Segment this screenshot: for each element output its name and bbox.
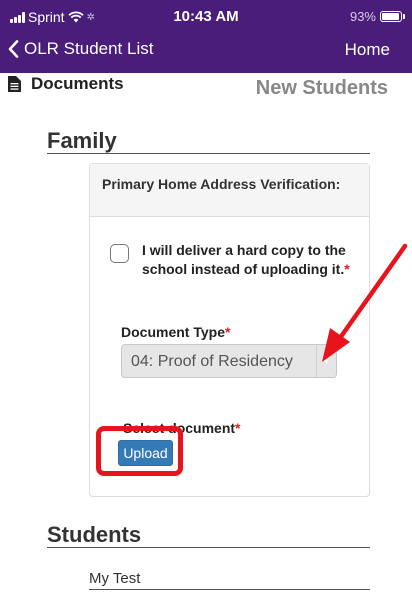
battery-percent: 93% <box>349 9 376 24</box>
required-mark: * <box>224 324 231 340</box>
documents-title: Documents <box>8 74 124 94</box>
document-type-value: 04: Proof of Residency <box>131 353 293 370</box>
document-type-select[interactable]: 04: Proof of Residency ▼ <box>121 344 337 378</box>
nav-bar: OLR Student List Home <box>0 34 412 68</box>
back-button[interactable]: OLR Student List <box>8 39 153 59</box>
document-type-label: Document Type* <box>121 324 231 340</box>
students-divider <box>47 547 370 548</box>
documents-header: Documents New Students <box>0 70 412 100</box>
annotation-highlight-box <box>96 426 183 476</box>
top-bar: Sprint ✲ 10:43 AM 93% OLR Student List H… <box>0 0 412 73</box>
status-bar: Sprint ✲ 10:43 AM 93% <box>0 0 412 34</box>
student-item-divider <box>89 589 370 590</box>
hard-copy-label: I will deliver a hard copy to the school… <box>142 242 350 277</box>
chevron-left-icon <box>8 40 19 58</box>
family-section-title: Family <box>47 128 117 153</box>
family-divider <box>47 153 370 154</box>
required-mark: * <box>344 261 350 277</box>
students-section-title: Students <box>47 522 142 547</box>
hard-copy-checkbox[interactable] <box>110 244 129 263</box>
document-icon <box>8 76 21 92</box>
student-item[interactable]: My Test <box>89 570 140 587</box>
battery-status: 93% <box>349 9 405 24</box>
required-mark: * <box>235 420 241 436</box>
card-title: Primary Home Address Verification: <box>90 164 369 217</box>
battery-icon <box>380 11 405 22</box>
new-students-link[interactable]: New Students <box>256 77 388 100</box>
back-label: OLR Student List <box>24 39 154 58</box>
documents-label: Documents <box>31 74 124 93</box>
dropdown-arrow-icon: ▼ <box>316 345 336 377</box>
home-button[interactable]: Home <box>345 40 390 60</box>
